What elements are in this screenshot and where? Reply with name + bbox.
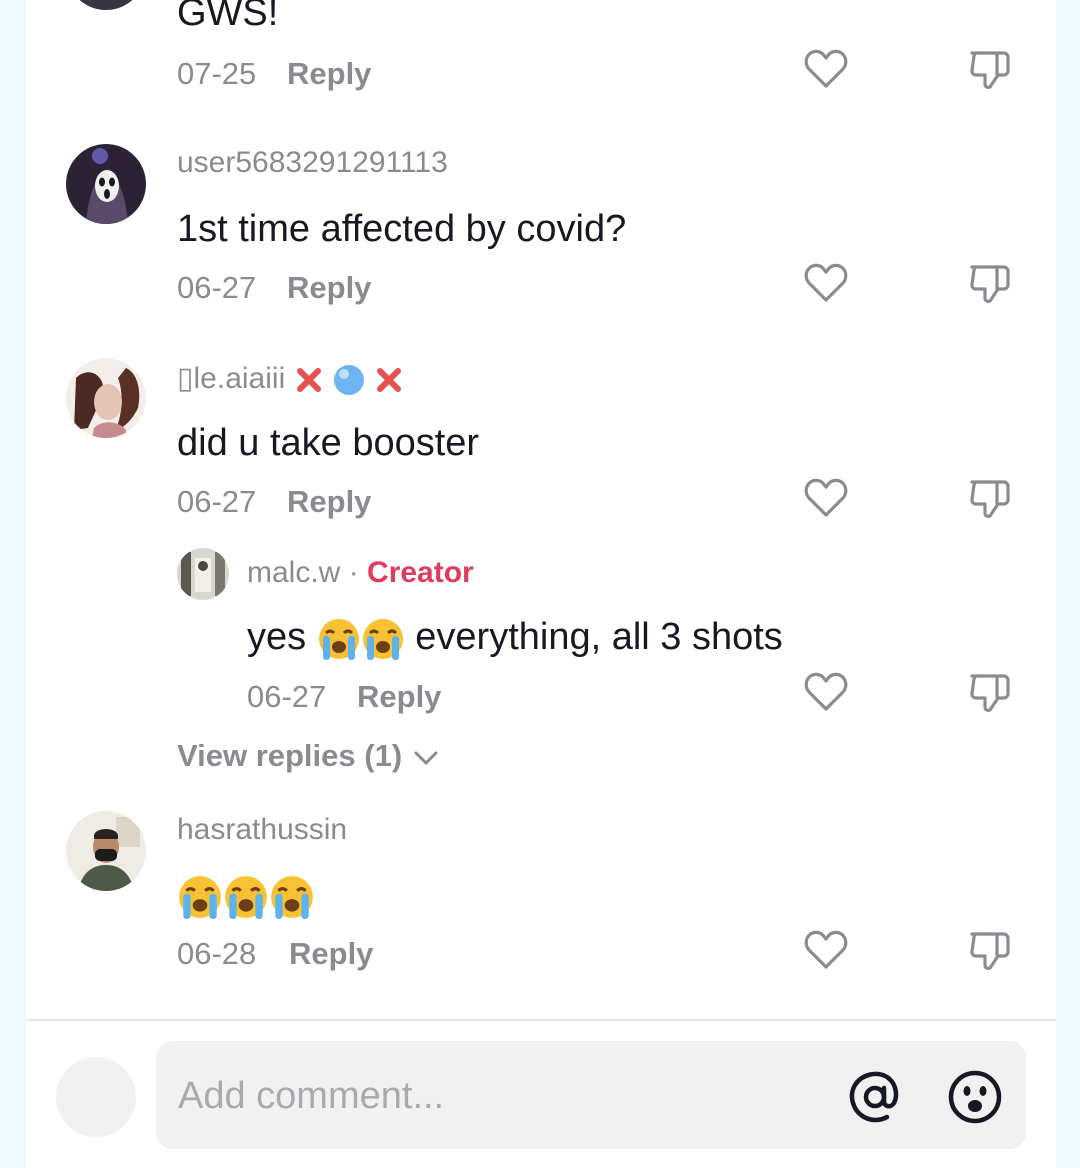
like-heart-icon[interactable] (802, 926, 850, 974)
avatar[interactable] (66, 358, 146, 438)
reply-date: 06-27 (247, 679, 327, 714)
like-heart-icon[interactable] (802, 668, 850, 716)
loudly-crying-face-icon (271, 876, 313, 919)
comment-input-box[interactable] (156, 1041, 1026, 1149)
dislike-thumbs-down-icon[interactable] (966, 474, 1014, 522)
comment-date: 06-27 (177, 270, 257, 305)
at-mention-icon[interactable] (846, 1068, 904, 1126)
like-heart-icon[interactable] (802, 45, 850, 93)
avatar[interactable] (66, 811, 146, 891)
comment-username[interactable]: ▯le.aiaiii (177, 361, 404, 397)
comment-username[interactable]: user5683291291113 (177, 146, 448, 180)
red-cross-mark-icon (377, 368, 402, 393)
reply-text: yes everything, all 3 shots (247, 617, 783, 661)
dislike-thumbs-down-icon[interactable] (966, 926, 1014, 974)
loudly-crying-face-icon (179, 876, 221, 919)
divider (26, 1019, 1056, 1021)
like-heart-icon[interactable] (802, 259, 850, 307)
avatar[interactable] (66, 144, 146, 224)
view-replies-button[interactable]: View replies (1) (177, 738, 441, 774)
dislike-thumbs-down-icon[interactable] (966, 259, 1014, 307)
reply-button[interactable]: Reply (287, 484, 371, 520)
loudly-crying-face-icon (318, 619, 359, 660)
dislike-thumbs-down-icon[interactable] (966, 668, 1014, 716)
reply-text-start: yes (247, 616, 307, 659)
comment-input[interactable] (176, 1063, 820, 1129)
avatar[interactable] (177, 548, 229, 600)
comment-text (177, 874, 315, 920)
comment-text: did u take booster (177, 422, 480, 464)
separator-dot: · (348, 556, 359, 589)
reply-username[interactable]: malc.w (247, 556, 340, 589)
comment-username[interactable]: hasrathussin (177, 813, 347, 847)
reply-button[interactable]: Reply (357, 679, 441, 715)
like-heart-icon[interactable] (802, 474, 850, 522)
loudly-crying-face-icon (362, 619, 403, 660)
view-replies-label: View replies (1) (177, 738, 403, 773)
comment-text: GWS! (177, 0, 279, 34)
username-prefix-glyph: ▯ (177, 362, 194, 395)
reply-button[interactable]: Reply (289, 936, 373, 972)
current-user-avatar (56, 1057, 136, 1137)
comment-date: 07-25 (177, 56, 257, 91)
comment-date: 06-27 (177, 484, 257, 519)
chevron-down-icon (414, 751, 438, 765)
dislike-thumbs-down-icon[interactable] (966, 45, 1014, 93)
loudly-crying-face-icon (225, 876, 267, 919)
reply-button[interactable]: Reply (287, 56, 371, 92)
creator-badge: Creator (367, 556, 474, 589)
comment-date: 06-28 (177, 936, 257, 971)
blue-circle-icon (333, 365, 364, 396)
comment-text: 1st time affected by covid? (177, 208, 627, 250)
username-text: le.aiaiii (193, 362, 286, 395)
reply-username-row: malc.w · Creator (247, 556, 474, 590)
emoji-face-icon[interactable] (946, 1068, 1004, 1126)
reply-text-end: everything, all 3 shots (415, 616, 783, 659)
reply-button[interactable]: Reply (287, 270, 371, 306)
red-cross-mark-icon (296, 368, 321, 393)
